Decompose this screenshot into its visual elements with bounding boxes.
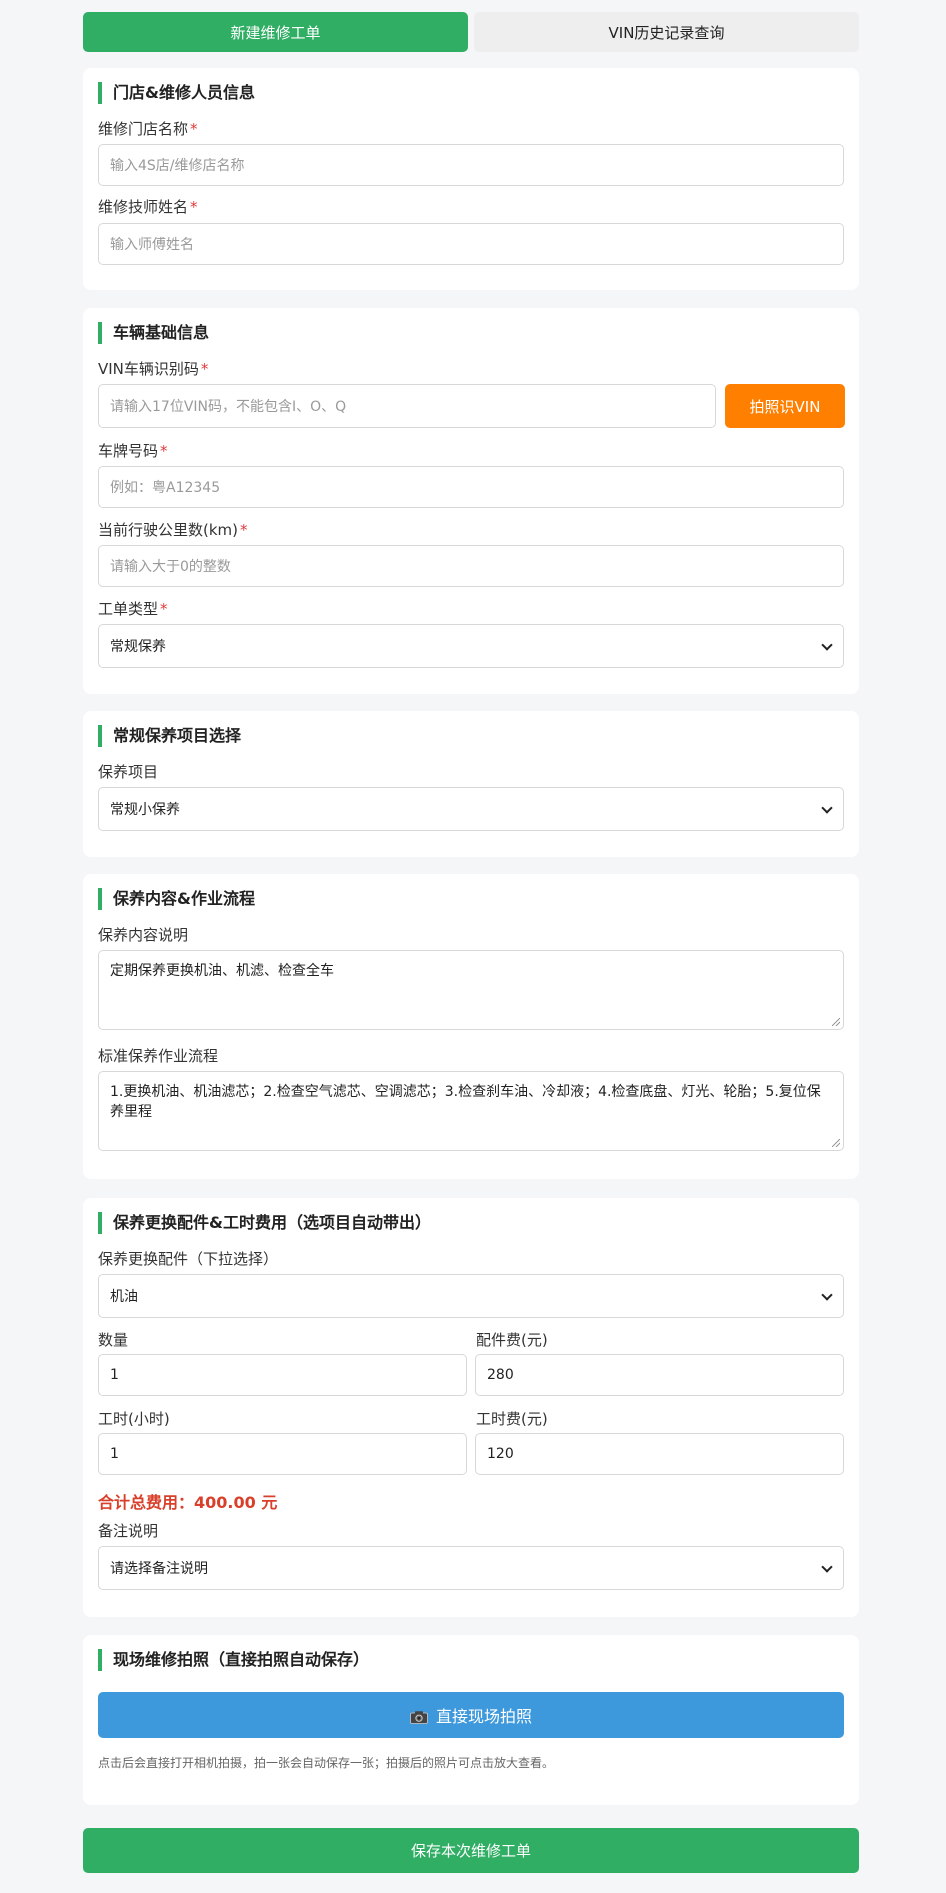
qty-input[interactable]: 1: [98, 1354, 467, 1396]
store-name-input[interactable]: 输入4S店/维修店名称: [98, 144, 844, 186]
tech-name-label: 维修技师姓名 *: [98, 198, 198, 216]
total-cost: 合计总费用：400.00 元: [98, 1493, 278, 1512]
labor-fee-label: 工时费(元): [476, 1410, 548, 1428]
hours-input[interactable]: 1: [98, 1433, 467, 1475]
take-photo-label: 直接现场拍照: [435, 1707, 532, 1726]
save-order-button[interactable]: 保存本次维修工单: [83, 1828, 859, 1873]
mileage-label: 当前行驶公里数(km) *: [98, 521, 248, 539]
section-title-photo: 现场维修拍照（直接拍照自动保存）: [98, 1649, 369, 1671]
take-photo-button[interactable]: 直接现场拍照: [98, 1692, 844, 1738]
section-title-vehicle: 车辆基础信息: [98, 322, 209, 344]
qty-label: 数量: [98, 1331, 129, 1349]
part-fee-input[interactable]: 280: [475, 1354, 844, 1396]
maint-item-select[interactable]: 常规小保养: [98, 787, 844, 831]
section-title-content: 保养内容&作业流程: [98, 888, 255, 910]
part-fee-label: 配件费(元): [476, 1331, 548, 1349]
part-select-label: 保养更换配件（下拉选择）: [98, 1250, 279, 1268]
vin-input[interactable]: 请输入17位VIN码，不能包含I、O、Q: [98, 384, 716, 428]
parts-card: 保养更换配件&工时费用（选项目自动带出） 保养更换配件（下拉选择） 机油 数量 …: [83, 1198, 859, 1617]
maint-select-card: 常规保养项目选择 保养项目 常规小保养: [83, 711, 859, 857]
vin-label: VIN车辆识别码 *: [98, 360, 209, 378]
scan-vin-button[interactable]: 拍照识VIN: [725, 384, 845, 428]
vehicle-info-card: 车辆基础信息 VIN车辆识别码 * 请输入17位VIN码，不能包含I、O、Q 拍照…: [83, 308, 859, 694]
mileage-input[interactable]: 请输入大于0的整数: [98, 545, 844, 587]
tech-name-input[interactable]: 输入师傅姓名: [98, 223, 844, 265]
content-desc-label: 保养内容说明: [98, 926, 189, 944]
tab-new-order[interactable]: 新建维修工单: [83, 12, 468, 52]
photo-card: 现场维修拍照（直接拍照自动保存） 直接现场拍照 点击后会直接打开相机拍摄，拍一张…: [83, 1635, 859, 1805]
photo-hint: 点击后会直接打开相机拍摄，拍一张会自动保存一张；拍摄后的照片可点击放大查看。: [98, 1756, 555, 1770]
flow-label: 标准保养作业流程: [98, 1047, 219, 1065]
store-name-label: 维修门店名称 *: [98, 120, 198, 138]
shop-info-card: 门店&维修人员信息 维修门店名称 * 输入4S店/维修店名称 维修技师姓名 * 输入…: [83, 68, 859, 290]
part-select[interactable]: 机油: [98, 1274, 844, 1318]
remark-select[interactable]: 请选择备注说明: [98, 1546, 844, 1590]
section-title-parts: 保养更换配件&工时费用（选项目自动带出）: [98, 1212, 431, 1234]
plate-label: 车牌号码 *: [98, 442, 168, 460]
section-title-maint-select: 常规保养项目选择: [98, 725, 241, 747]
camera-icon: [410, 1709, 428, 1724]
hours-label: 工时(小时): [98, 1410, 170, 1428]
remark-label: 备注说明: [98, 1522, 159, 1540]
content-desc-textarea[interactable]: 定期保养更换机油、机滤、检查全车: [98, 950, 844, 1030]
plate-input[interactable]: 例如：粤A12345: [98, 466, 844, 508]
flow-textarea[interactable]: 1.更换机油、机油滤芯；2.检查空气滤芯、空调滤芯；3.检查刹车油、冷却液；4.…: [98, 1071, 844, 1151]
labor-fee-input[interactable]: 120: [475, 1433, 844, 1475]
order-type-select[interactable]: 常规保养: [98, 624, 844, 668]
section-title-shop: 门店&维修人员信息: [98, 82, 255, 104]
tab-bar: 新建维修工单 VIN历史记录查询: [83, 12, 859, 52]
tab-vin-history[interactable]: VIN历史记录查询: [474, 12, 859, 52]
order-type-label: 工单类型 *: [98, 600, 168, 618]
maint-item-label: 保养项目: [98, 763, 159, 781]
content-card: 保养内容&作业流程 保养内容说明 定期保养更换机油、机滤、检查全车 标准保养作业…: [83, 874, 859, 1179]
